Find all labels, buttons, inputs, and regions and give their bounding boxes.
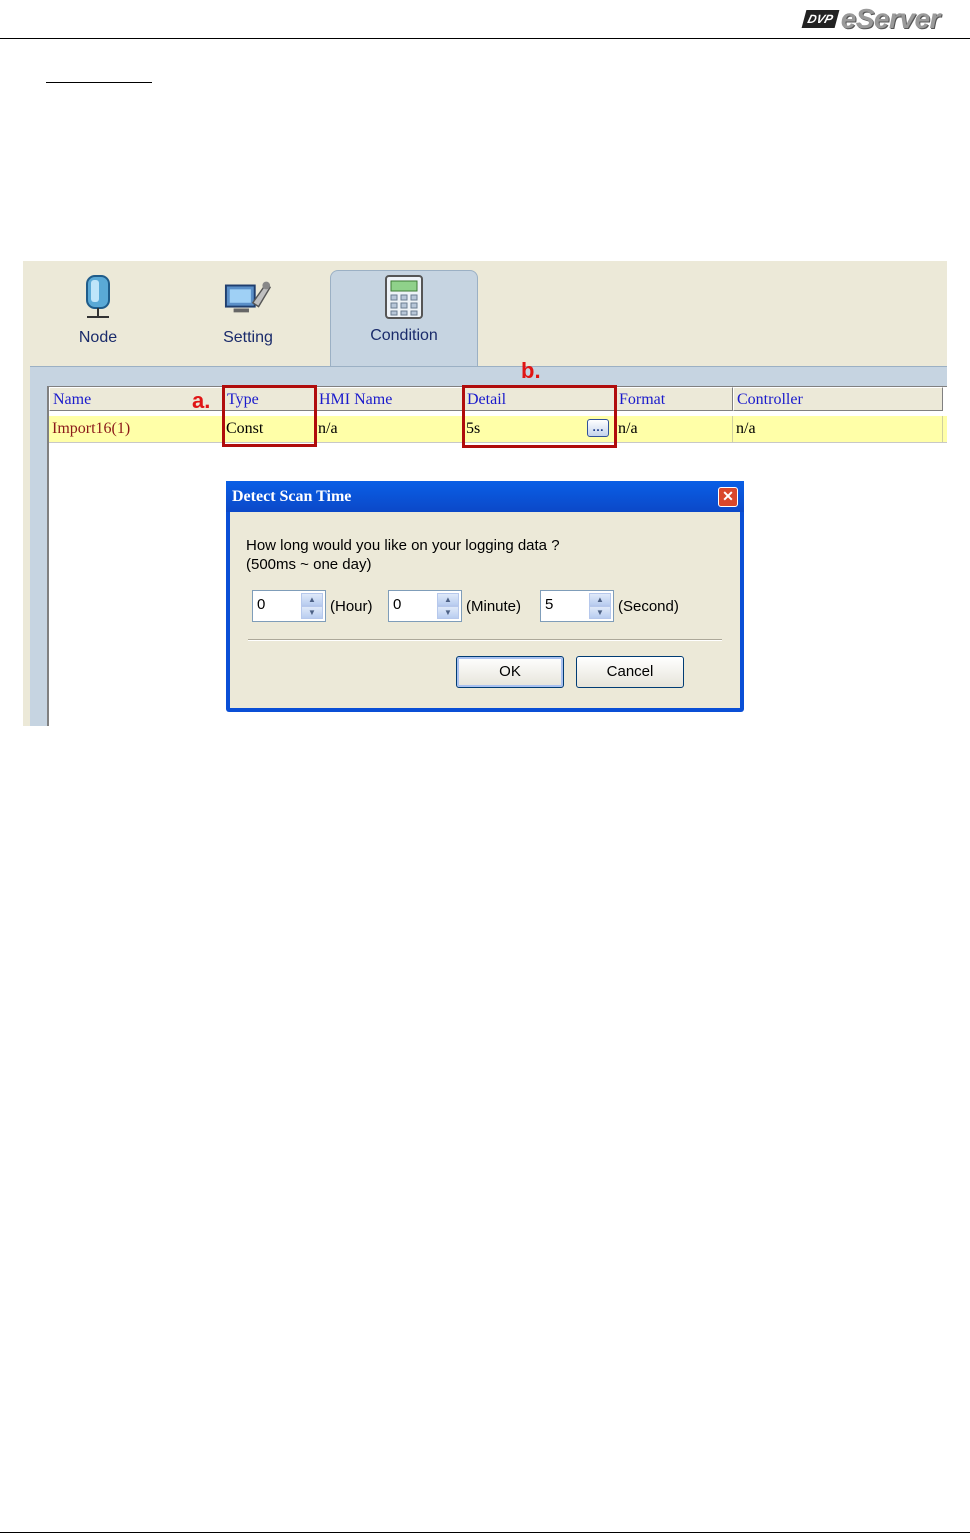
condition-icon: [380, 273, 428, 321]
tab-condition[interactable]: Condition: [330, 270, 478, 373]
cell-name[interactable]: Import16(1): [49, 416, 223, 442]
minute-stepper[interactable]: 0 ▲ ▼: [388, 590, 462, 622]
setting-icon: [224, 273, 272, 321]
tab-setting[interactable]: Setting: [178, 261, 318, 371]
dialog-range: (500ms ~ one day): [246, 556, 372, 573]
minute-spinner-group: 0 ▲ ▼ (Minute): [388, 590, 521, 622]
brand-name: eServer: [840, 3, 941, 34]
dialog-titlebar[interactable]: Detect Scan Time ✕: [226, 481, 744, 512]
annotation-a: a.: [192, 388, 211, 413]
footer-rule: [0, 1532, 970, 1533]
hour-down-arrow-icon[interactable]: ▼: [301, 606, 323, 619]
minute-value[interactable]: 0: [393, 596, 401, 613]
minute-unit-label: (Minute): [466, 597, 522, 615]
hour-spinner-group: 0 ▲ ▼ (Hour): [252, 590, 373, 622]
dialog-body: How long would you like on your logging …: [230, 512, 740, 708]
cancel-button[interactable]: Cancel: [576, 656, 684, 688]
second-value[interactable]: 5: [545, 596, 553, 613]
tab-node-label: Node: [78, 329, 118, 346]
highlight-type-box: [222, 385, 317, 447]
cell-controller[interactable]: n/a: [733, 416, 943, 442]
column-header-controller[interactable]: Controller: [733, 387, 943, 411]
ok-button[interactable]: OK: [456, 656, 564, 688]
eserver-logo: DVP eServer: [801, 3, 941, 34]
minute-down-arrow-icon[interactable]: ▼: [437, 606, 459, 619]
cell-format[interactable]: n/a: [615, 416, 733, 442]
column-header-format[interactable]: Format: [615, 387, 733, 411]
close-icon[interactable]: ✕: [718, 486, 738, 507]
tab-node[interactable]: Node: [28, 261, 168, 371]
minute-up-arrow-icon[interactable]: ▲: [437, 593, 459, 606]
highlight-detail-box: [462, 385, 617, 448]
dvp-badge: DVP: [801, 10, 840, 28]
dialog-question: How long would you like on your logging …: [246, 537, 560, 554]
second-up-arrow-icon[interactable]: ▲: [589, 593, 611, 606]
hour-unit-label: (Hour): [330, 597, 373, 615]
second-spinner-group: 5 ▲ ▼ (Second): [540, 590, 679, 622]
cell-hmi-name[interactable]: n/a: [315, 416, 463, 442]
tab-condition-label: Condition: [370, 327, 438, 344]
section-underline: [46, 82, 152, 83]
second-unit-label: (Second): [618, 597, 679, 615]
dialog-title: Detect Scan Time: [232, 487, 352, 505]
second-stepper[interactable]: 5 ▲ ▼: [540, 590, 614, 622]
detect-scan-time-dialog: Detect Scan Time ✕ How long would you li…: [226, 481, 744, 712]
annotation-b: b.: [521, 358, 541, 383]
hour-value[interactable]: 0: [257, 596, 265, 613]
tab-setting-label: Setting: [223, 329, 273, 346]
dialog-separator: [248, 639, 722, 641]
header-rule: [0, 38, 970, 39]
column-header-hmi-name[interactable]: HMI Name: [315, 387, 463, 411]
node-icon: [74, 273, 122, 321]
hour-stepper[interactable]: 0 ▲ ▼: [252, 590, 326, 622]
hour-up-arrow-icon[interactable]: ▲: [301, 593, 323, 606]
second-down-arrow-icon[interactable]: ▼: [589, 606, 611, 619]
